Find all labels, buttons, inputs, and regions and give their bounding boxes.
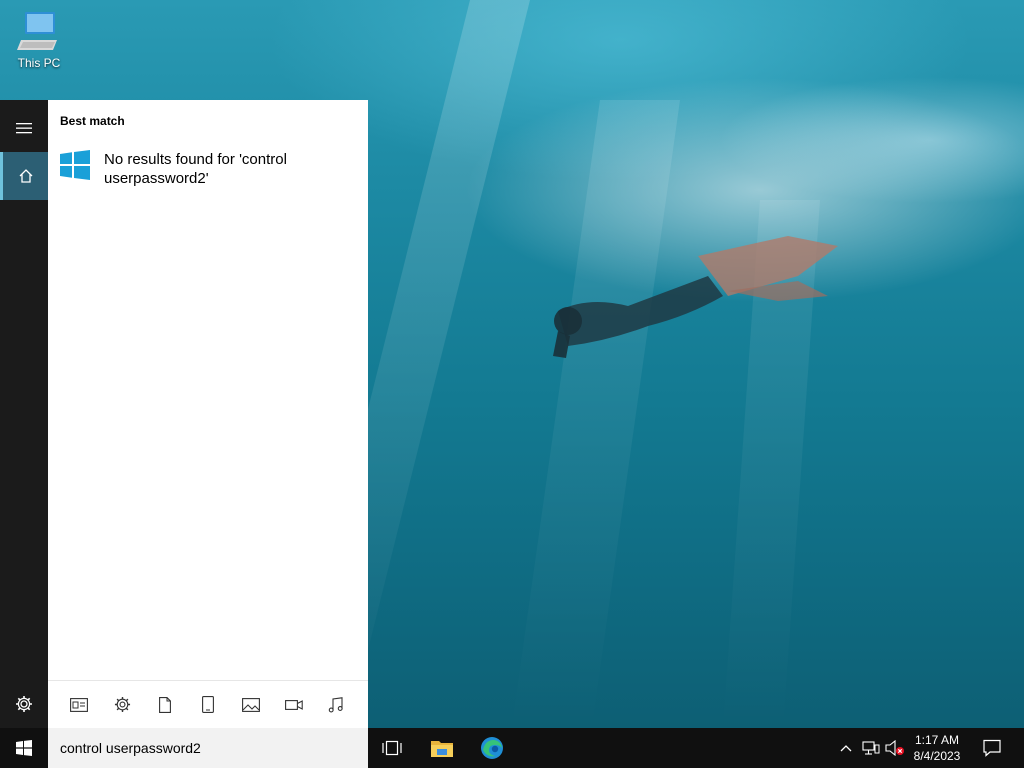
filter-documents[interactable] [151, 691, 179, 719]
file-explorer-icon [431, 741, 453, 757]
edge-button[interactable] [468, 728, 516, 768]
taskbar-search-input[interactable]: control userpassword2 [48, 728, 368, 768]
best-match-heading: Best match [60, 114, 125, 128]
apps-icon [70, 697, 89, 712]
home-button[interactable] [0, 152, 48, 200]
hamburger-icon [16, 123, 32, 134]
music-icon [329, 696, 344, 712]
task-view-icon [382, 740, 402, 756]
this-pc-icon [17, 12, 57, 50]
this-pc-label: This PC [17, 56, 61, 70]
settings-icon [114, 696, 130, 713]
taskbar: control userpassword2 1:17 AM 8/4/2023 [0, 728, 1024, 768]
start-menu-rail [0, 100, 48, 728]
network-icon [862, 741, 880, 755]
filter-music[interactable] [322, 691, 350, 719]
device-icon [202, 696, 214, 713]
volume-muted-icon [885, 740, 904, 756]
search-results-panel: Best match No results found for 'control… [48, 100, 368, 728]
clock-date: 8/4/2023 [913, 749, 961, 763]
settings-button[interactable] [0, 680, 48, 728]
show-hidden-icons-button[interactable] [836, 728, 856, 768]
search-query-text: control userpassword2 [60, 740, 201, 756]
notification-icon [983, 739, 1001, 757]
start-button[interactable] [0, 728, 48, 768]
filter-devices[interactable] [194, 691, 222, 719]
menu-button[interactable] [0, 104, 48, 152]
this-pc-desktop-icon[interactable]: This PC [10, 10, 68, 76]
filter-settings[interactable] [108, 691, 136, 719]
search-filter-bar [48, 680, 368, 728]
chevron-up-icon [840, 745, 852, 752]
edge-icon [481, 737, 503, 759]
volume-button[interactable] [884, 728, 906, 768]
windows-logo-icon [60, 150, 90, 180]
action-center-button[interactable] [976, 728, 1008, 768]
windows-start-icon [16, 740, 32, 756]
home-icon [19, 169, 32, 183]
filter-videos[interactable] [280, 691, 308, 719]
search-result-item[interactable]: No results found for 'control userpasswo… [60, 150, 334, 188]
videos-icon [284, 699, 303, 710]
task-view-button[interactable] [368, 728, 416, 768]
taskbar-clock[interactable]: 1:17 AM 8/4/2023 [906, 730, 968, 766]
no-results-text: No results found for 'control userpasswo… [104, 151, 287, 187]
document-icon [159, 696, 172, 713]
network-button[interactable] [860, 728, 882, 768]
diver-image [553, 236, 838, 358]
filter-photos[interactable] [237, 691, 265, 719]
clock-time: 1:17 AM [914, 733, 960, 747]
filter-apps[interactable] [65, 691, 93, 719]
photos-icon [241, 697, 260, 712]
file-explorer-button[interactable] [418, 728, 466, 768]
gear-icon [16, 696, 32, 712]
